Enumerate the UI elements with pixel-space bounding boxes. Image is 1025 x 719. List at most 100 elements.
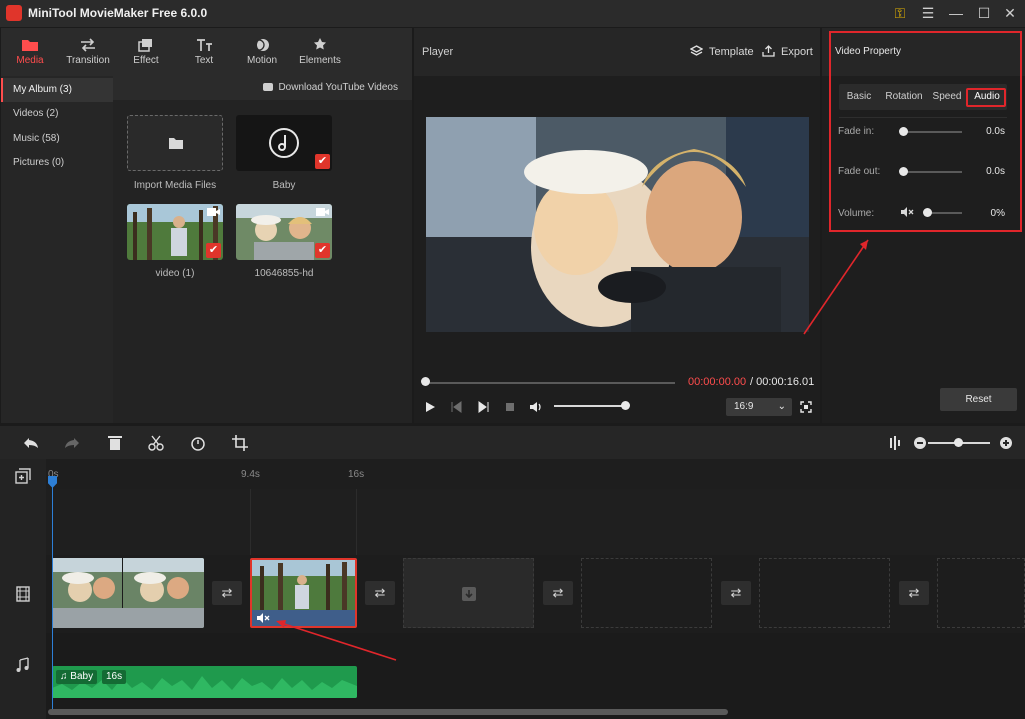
audio-clip[interactable]: ♫ Baby 16s xyxy=(52,666,357,698)
tab-transition[interactable]: Transition xyxy=(59,28,117,76)
delete-icon[interactable] xyxy=(106,434,124,452)
empty-clip-slot[interactable] xyxy=(581,558,712,628)
export-button[interactable]: Export xyxy=(762,45,813,58)
album-item-pictures[interactable]: Pictures (0) xyxy=(1,151,113,175)
transition-slot[interactable]: ⇄ xyxy=(365,581,395,605)
redo-icon[interactable] xyxy=(63,434,81,452)
fade-in-label: Fade in: xyxy=(838,126,875,137)
transition-slot[interactable]: ⇄ xyxy=(899,581,929,605)
tab-motion[interactable]: Motion xyxy=(233,28,291,76)
reset-button[interactable]: Reset xyxy=(940,388,1017,411)
album-item-my-album[interactable]: My Album (3) xyxy=(1,78,113,102)
tab-text[interactable]: Text xyxy=(175,28,233,76)
folder-icon xyxy=(21,37,39,53)
media-header: Download YouTube Videos xyxy=(113,76,412,100)
tab-elements[interactable]: Elements xyxy=(291,28,349,76)
undo-icon[interactable] xyxy=(22,434,40,452)
transition-slot[interactable]: ⇄ xyxy=(543,581,573,605)
player-panel: Player Template Export 00:00:00.00 / 00:… xyxy=(414,28,820,423)
text-icon xyxy=(195,37,213,53)
fade-in-handle[interactable] xyxy=(899,127,908,136)
album-item-music[interactable]: Music (58) xyxy=(1,127,113,151)
mute-icon[interactable] xyxy=(900,206,914,218)
tick-label: 16s xyxy=(348,469,365,480)
time-ruler[interactable]: 0s 9.4s 16s xyxy=(46,459,1025,489)
property-panel: Video Property Basic Rotation Speed Audi… xyxy=(822,28,1025,423)
album-item-videos[interactable]: Videos (2) xyxy=(1,102,113,126)
tab-effect[interactable]: Effect xyxy=(117,28,175,76)
music-note-icon: ♫ xyxy=(60,671,71,682)
highlight-box xyxy=(966,88,1006,107)
speed-icon[interactable] xyxy=(189,434,207,452)
download-youtube-button[interactable]: Download YouTube Videos xyxy=(263,82,398,93)
property-title: Video Property xyxy=(835,46,901,57)
zoom-handle[interactable] xyxy=(954,438,963,447)
app-title: MiniTool MovieMaker Free 6.0.0 xyxy=(28,6,208,20)
empty-clip-slot[interactable] xyxy=(759,558,890,628)
checkmark-icon: ✔ xyxy=(315,154,330,169)
import-media-button[interactable] xyxy=(127,115,223,171)
playhead[interactable] xyxy=(52,481,53,711)
volume-slider[interactable] xyxy=(554,405,626,407)
tab-rotation[interactable]: Rotation xyxy=(881,84,927,110)
template-button[interactable]: Template xyxy=(690,45,754,58)
play-button[interactable] xyxy=(422,399,438,415)
add-track-icon[interactable] xyxy=(14,467,32,485)
volume-handle[interactable] xyxy=(621,401,630,410)
volume-value: 0% xyxy=(990,208,1005,219)
fade-out-value: 0.0s xyxy=(986,166,1005,177)
media-label: 10646855-hd xyxy=(254,268,314,279)
divider xyxy=(250,489,251,555)
maximize-button[interactable]: ☐ xyxy=(974,4,994,22)
close-button[interactable]: ✕ xyxy=(1000,4,1020,22)
media-item-10646855-hd[interactable]: ✔ xyxy=(236,204,332,260)
current-time: 00:00:00.00 xyxy=(688,376,747,388)
media-item-baby[interactable]: ✔ xyxy=(236,115,332,171)
transition-slot[interactable]: ⇄ xyxy=(212,581,242,605)
fade-in-slider[interactable] xyxy=(902,131,962,133)
video-clip[interactable] xyxy=(52,558,204,628)
transition-slot[interactable]: ⇄ xyxy=(721,581,751,605)
tab-basic[interactable]: Basic xyxy=(839,84,879,110)
empty-clip-slot[interactable] xyxy=(937,558,1025,628)
overlay-track xyxy=(46,489,1025,555)
video-clip-selected[interactable] xyxy=(250,558,357,628)
timeline-toolbar xyxy=(0,426,1025,459)
progress-handle[interactable] xyxy=(421,377,430,386)
zoom-in-icon[interactable] xyxy=(997,434,1015,452)
stop-button[interactable] xyxy=(502,399,518,415)
volume-icon[interactable] xyxy=(528,399,544,415)
volume-handle[interactable] xyxy=(923,208,932,217)
key-icon[interactable]: ⚿ xyxy=(890,4,910,22)
empty-clip-slot[interactable] xyxy=(403,558,534,628)
timeline-scrollbar[interactable] xyxy=(48,709,728,715)
mute-icon xyxy=(256,612,270,624)
swap-icon xyxy=(79,37,97,53)
fade-out-handle[interactable] xyxy=(899,167,908,176)
crop-icon[interactable] xyxy=(231,434,249,452)
scissors-icon[interactable] xyxy=(147,434,165,452)
video-camera-icon xyxy=(207,207,220,217)
menu-icon[interactable]: ☰ xyxy=(918,4,938,22)
track-headers xyxy=(0,459,46,719)
playback-progress[interactable] xyxy=(425,382,675,384)
video-preview[interactable] xyxy=(426,117,809,332)
tab-speed[interactable]: Speed xyxy=(929,84,965,110)
media-label: Baby xyxy=(272,180,296,191)
layers-icon xyxy=(137,37,155,53)
aspect-ratio-select[interactable]: 16:9 ⌄ xyxy=(726,398,792,416)
zoom-out-icon[interactable] xyxy=(911,434,929,452)
previous-frame-button[interactable] xyxy=(448,399,464,415)
fullscreen-icon[interactable] xyxy=(798,399,814,415)
media-item-video-1[interactable]: ✔ xyxy=(127,204,223,260)
audio-clip-name: ♫ Baby xyxy=(56,670,98,684)
fade-out-slider[interactable] xyxy=(902,171,962,173)
tab-media[interactable]: Media xyxy=(1,28,59,76)
layers-icon xyxy=(690,45,703,57)
volume-label: Volume: xyxy=(838,208,875,219)
audio-clip-duration: 16s xyxy=(102,670,127,684)
export-icon xyxy=(762,45,775,57)
next-frame-button[interactable] xyxy=(476,399,492,415)
minimize-button[interactable]: — xyxy=(946,4,966,22)
audio-waveform-icon[interactable] xyxy=(885,434,903,452)
